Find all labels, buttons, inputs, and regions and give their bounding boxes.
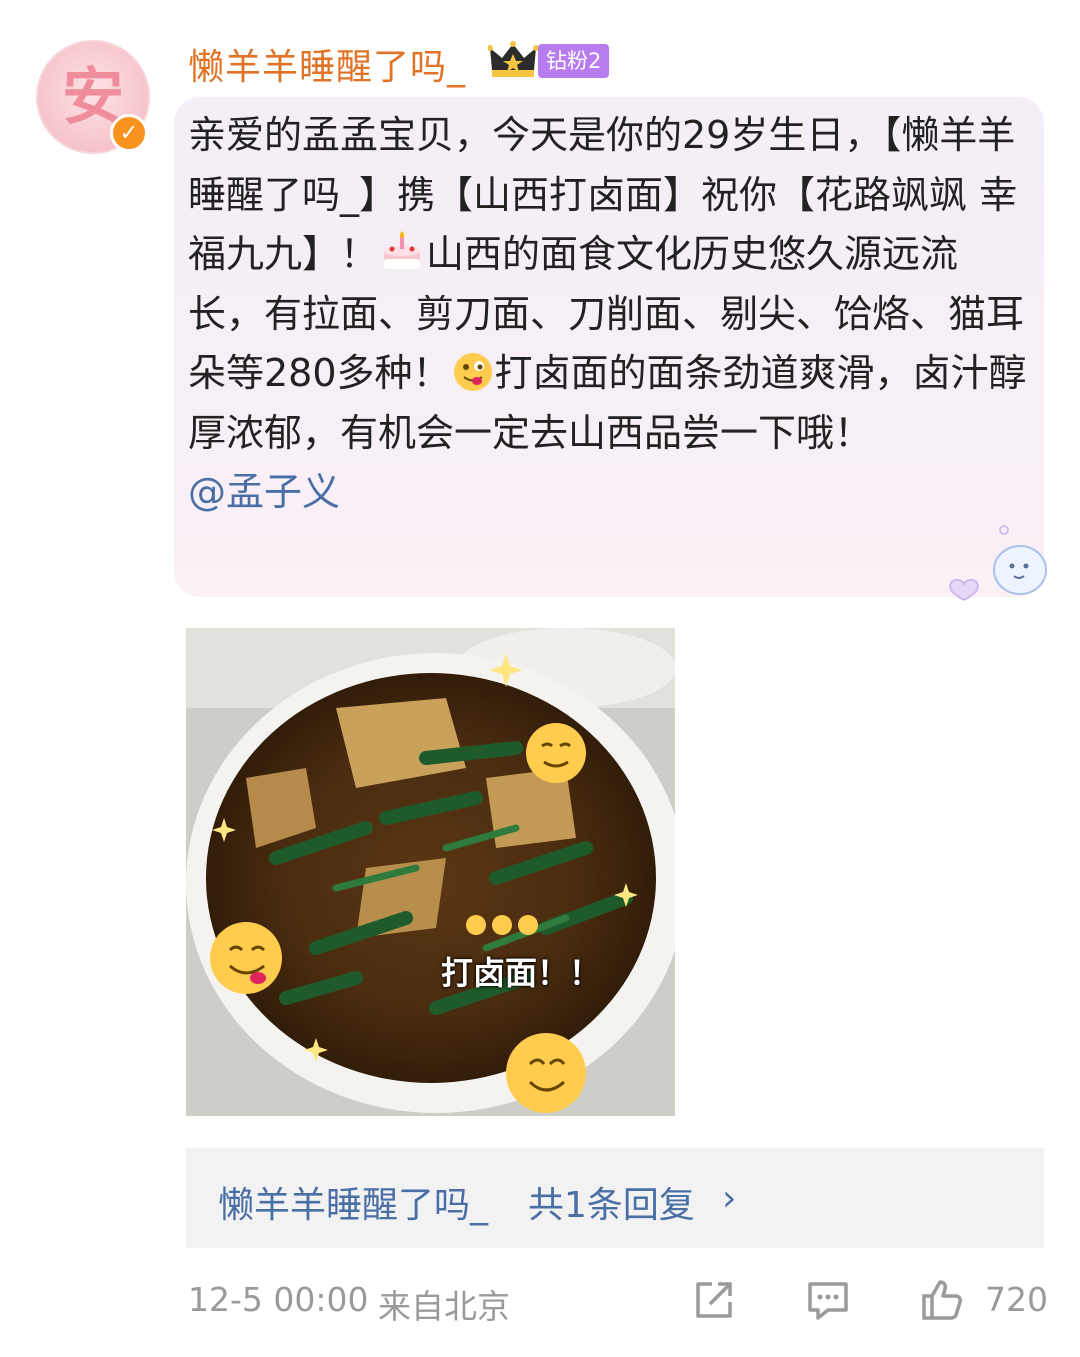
mention-link[interactable]: @孟子义 (188, 470, 340, 514)
username[interactable]: 懒羊羊睡醒了吗_ (188, 38, 466, 90)
crown-icon (488, 41, 538, 77)
image-caption: 打卤面！！ (441, 954, 602, 992)
reply-preview[interactable]: 懒羊羊睡醒了吗_ 共1条回复 › (186, 1148, 1044, 1248)
cake-emoji (384, 231, 421, 269)
verified-icon: ✓ (110, 114, 148, 152)
post-location: 来自北京 (378, 1287, 510, 1326)
fan-badge: 钻粉2 (538, 44, 610, 78)
post-image[interactable]: 打卤面！！ (186, 628, 675, 1116)
like-count: 720 (985, 1280, 1048, 1319)
reply-count[interactable]: 共1条回复 (528, 1176, 695, 1228)
noodle-bowl-photo (186, 628, 675, 1116)
chevron-right-icon: › (722, 1178, 737, 1219)
bubble-decoration-icon (949, 525, 1047, 601)
tongue-face-emoji (453, 353, 492, 391)
reply-username[interactable]: 懒羊羊睡醒了吗_ (218, 1176, 488, 1228)
share-icon[interactable] (690, 1276, 738, 1324)
post-time: 12-5 00:00 (188, 1280, 369, 1319)
comment-icon[interactable] (804, 1276, 852, 1324)
post-text: 亲爱的孟孟宝贝，今天是你的29岁生日，【懒羊羊睡醒了吗_】携【山西打卤面】祝你【… (188, 106, 1028, 523)
like-icon[interactable] (918, 1276, 966, 1324)
